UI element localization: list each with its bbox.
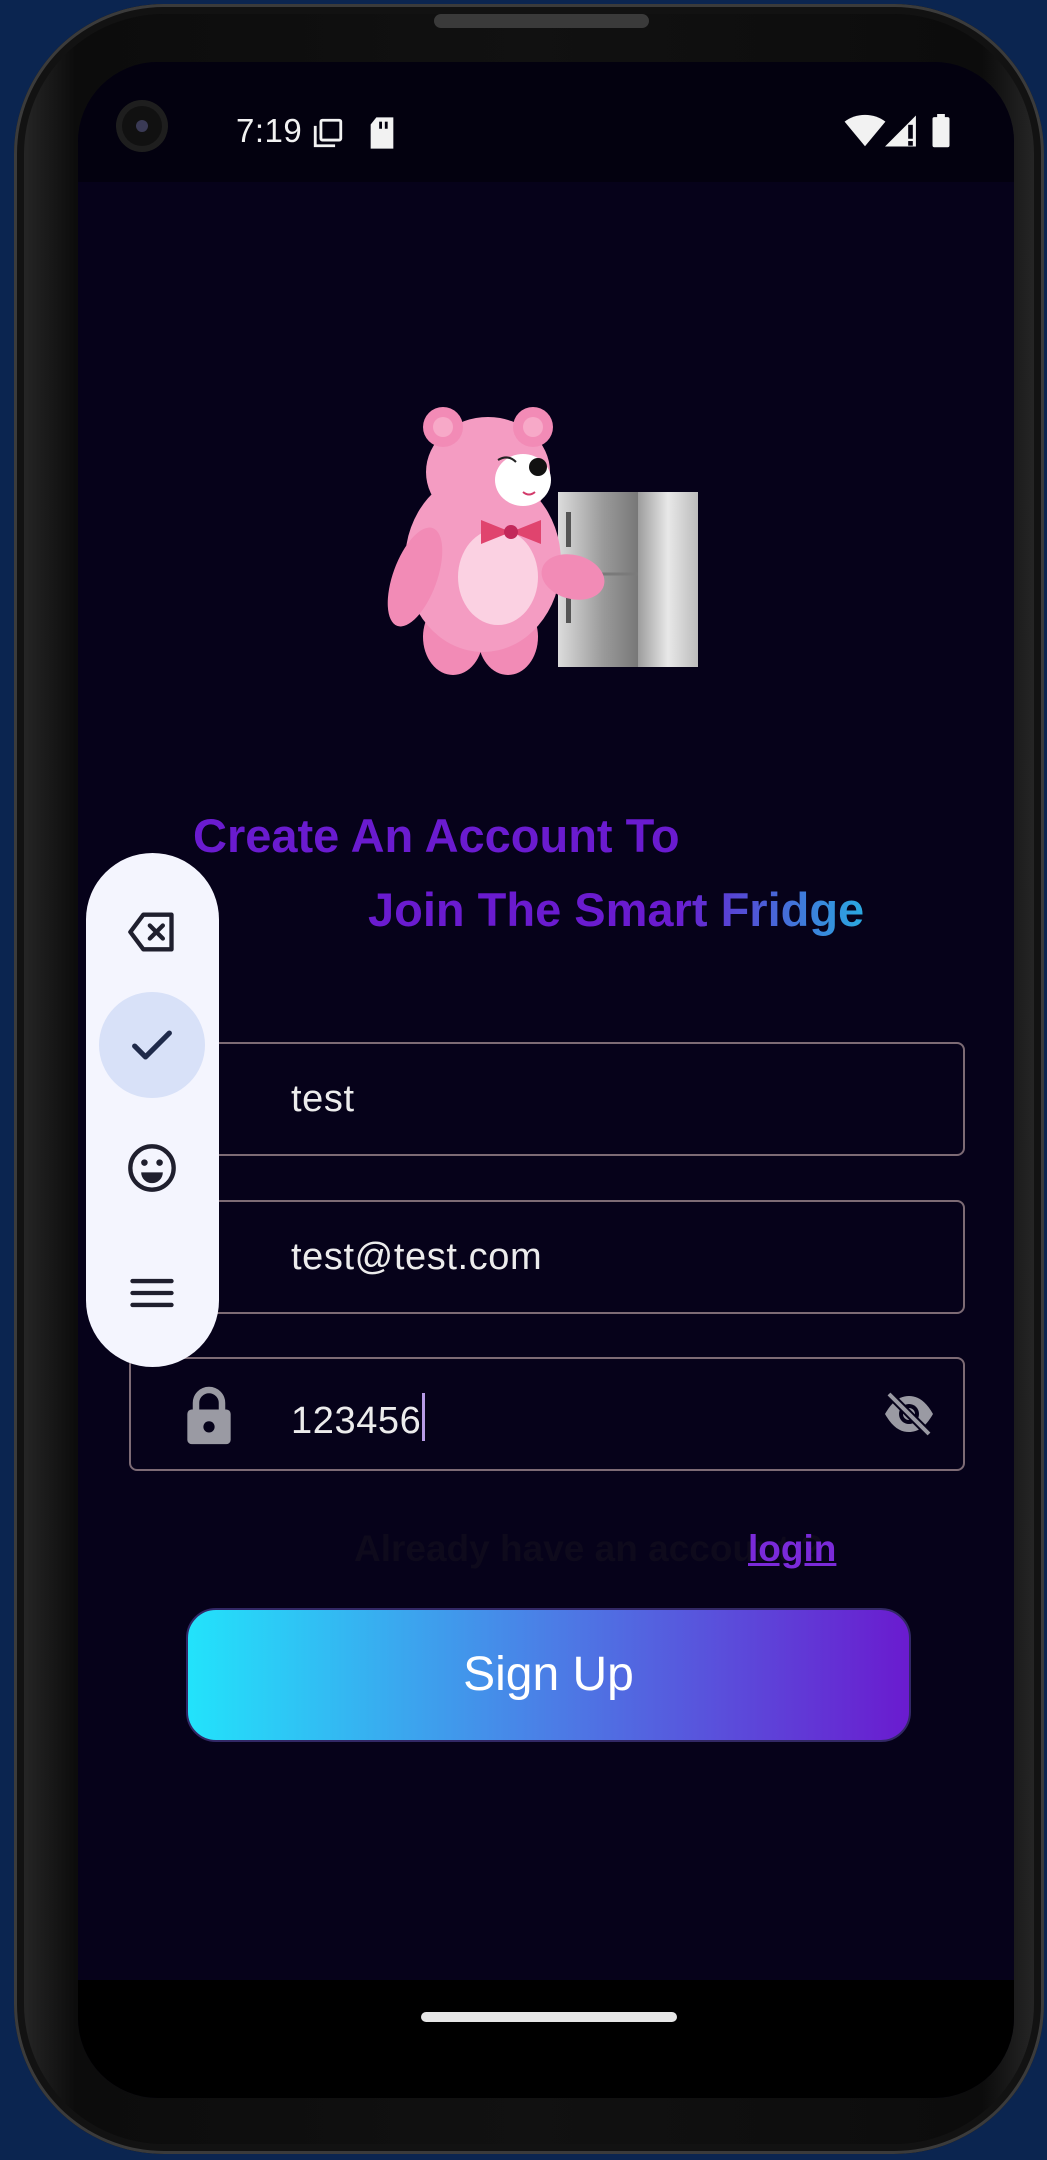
emoji-button[interactable] xyxy=(99,1115,205,1221)
email-field[interactable]: test@test.com xyxy=(129,1200,965,1314)
text-cursor xyxy=(422,1393,426,1441)
cellular-signal-icon xyxy=(884,114,920,153)
floating-keyboard-toolbar xyxy=(86,853,219,1367)
page-title-line2: Join The Smart Fridge xyxy=(368,883,865,936)
battery-icon xyxy=(930,114,952,153)
login-prompt: Already have an account ? login xyxy=(354,1528,836,1570)
check-icon xyxy=(132,1030,172,1060)
backspace-icon xyxy=(128,912,174,952)
lock-icon xyxy=(183,1385,235,1452)
password-text: 123456 xyxy=(291,1400,422,1442)
name-field-value: test xyxy=(291,1078,355,1120)
screenshot-icon xyxy=(311,116,345,155)
password-field-value: 123456 xyxy=(291,1393,426,1443)
emoji-icon xyxy=(128,1144,176,1192)
speaker-grille xyxy=(434,14,649,28)
navigation-bar xyxy=(78,1980,1014,2098)
status-bar: 7:19 xyxy=(78,62,1014,182)
backspace-button[interactable] xyxy=(99,879,205,985)
password-field[interactable]: 123456 xyxy=(129,1357,965,1471)
visibility-off-icon[interactable] xyxy=(881,1389,937,1444)
confirm-button[interactable] xyxy=(99,992,205,1098)
menu-icon xyxy=(130,1278,174,1308)
name-field[interactable]: test xyxy=(129,1042,965,1156)
front-camera xyxy=(116,100,168,152)
page-title-line1: Create An Account To xyxy=(193,809,680,862)
sign-up-button[interactable]: Sign Up xyxy=(186,1608,911,1742)
email-field-value: test@test.com xyxy=(291,1236,543,1278)
wifi-icon xyxy=(844,114,886,153)
home-gesture-handle[interactable] xyxy=(421,2012,677,2022)
status-time: 7:19 xyxy=(236,112,303,149)
teddy-bear-fridge-illustration xyxy=(387,407,698,675)
menu-button[interactable] xyxy=(99,1240,205,1346)
sd-card-icon xyxy=(367,116,397,155)
login-link[interactable]: login xyxy=(748,1528,836,1570)
